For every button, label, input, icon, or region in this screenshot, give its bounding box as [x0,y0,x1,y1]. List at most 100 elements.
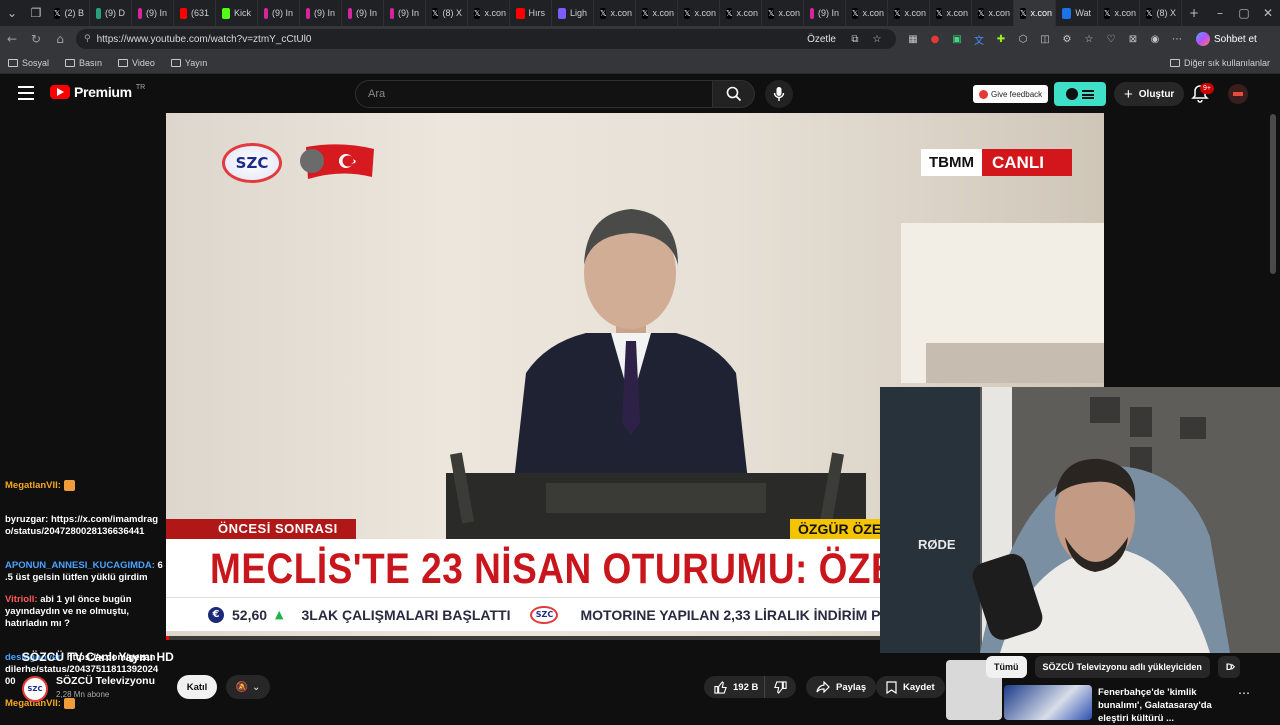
maximize-icon[interactable]: ▢ [1232,0,1256,26]
filter-chip[interactable]: SÖZCÜ Televizyonu adlı yükleyiciden [1034,656,1210,678]
favorite-star-icon[interactable]: ☆ [868,30,886,48]
extension-icon-4[interactable]: ✚ [992,30,1010,48]
split-screen-icon[interactable]: ⧉ [846,30,864,48]
screenshot-icon[interactable]: ⊠ [1124,30,1142,48]
recommendation-thumbnail[interactable] [1004,685,1092,720]
browser-tab[interactable]: (9) In [258,0,300,26]
filter-chip[interactable]: Tümü [986,656,1027,678]
share-arrow-icon [816,681,830,693]
share-button[interactable]: Paylaş [806,676,877,698]
x-icon: 𝕏 [642,7,649,19]
reload-icon[interactable]: ↻ [24,26,48,52]
site-info-icon[interactable]: ⚲ [84,34,91,44]
x-icon: 𝕏 [768,7,775,19]
profile-avatar-icon[interactable]: ◉ [1146,30,1164,48]
extension-button[interactable] [1054,82,1106,106]
extension-icon-1[interactable]: ▦ [904,30,922,48]
close-window-icon[interactable]: ✕ [1256,0,1280,26]
browser-tab[interactable]: 𝕏 (8) X [1140,0,1182,26]
browser-tab[interactable]: 𝕏 (8) X [426,0,468,26]
give-feedback-button[interactable]: Give feedback [973,85,1049,103]
account-avatar[interactable] [1228,84,1248,104]
youtube-logo[interactable]: Premium TR [50,84,145,100]
browser-tab[interactable]: 𝕏x.con [468,0,510,26]
guide-menu-icon[interactable] [18,86,34,100]
translate-icon[interactable]: 文 [970,30,988,48]
split-view-icon[interactable]: ◫ [1036,30,1054,48]
browser-tab[interactable]: 𝕏 (2) B [48,0,90,26]
chat-message: Vitrioll: abi 1 yıl önce bugün yayındayd… [5,594,167,630]
more-options-icon[interactable]: ⋯ [1238,686,1250,700]
bookmark-folder-basin[interactable]: Basın [57,58,110,68]
tab-label: (8) X [1156,8,1176,18]
instagram-icon [138,7,142,19]
recommendation-title[interactable]: Fenerbahçe'de 'kimlik bunalımı', Galatas… [1098,686,1238,725]
browser-tab[interactable]: 𝕏x.con [678,0,720,26]
tab-label: (631 [190,8,209,18]
browser-tab[interactable]: (9) D [90,0,132,26]
summarize-button[interactable]: Özetle [807,34,836,45]
browser-tab[interactable]: (9) In [384,0,426,26]
create-button[interactable]: + Oluştur [1114,82,1185,106]
settings-icon[interactable]: ⚙ [1058,30,1076,48]
notification-settings-button[interactable]: 🔕 ⌄ [226,675,270,699]
search-input[interactable]: Ara [355,80,713,108]
favorites-icon[interactable]: ☆ [1080,30,1098,48]
browser-tab[interactable]: Hırs [510,0,552,26]
more-menu-icon[interactable]: ⋯ [1168,30,1186,48]
channel-avatar[interactable]: SZC [22,676,48,702]
minimize-icon[interactable]: – [1208,0,1232,26]
chat-username[interactable]: APONUN_ANNESI_KUCAGIMDA: [5,560,158,571]
browser-tab[interactable]: 𝕏x.con [888,0,930,26]
chevron-right-icon[interactable]: › [1222,656,1244,678]
youtube-play-icon [50,85,70,99]
chat-username[interactable]: byruzgar: [5,514,51,525]
bookmark-folder-sosyal[interactable]: Sosyal [0,58,57,68]
browser-tab[interactable]: 𝕏x.con [1014,0,1056,26]
tab-actions-icon[interactable]: ⌄ [0,0,24,26]
channel-name[interactable]: SÖZCÜ Televizyonu [56,675,155,687]
bookmark-folder-video[interactable]: Video [110,58,163,68]
workspaces-icon[interactable]: ❐ [24,0,48,26]
browser-tab[interactable]: Wat [1056,0,1098,26]
performance-icon[interactable]: ♡ [1102,30,1120,48]
browser-tab[interactable]: (9) In [342,0,384,26]
browser-tab[interactable]: 𝕏x.con [594,0,636,26]
browser-tab[interactable]: 𝕏x.con [720,0,762,26]
browser-tab[interactable]: (9) In [132,0,174,26]
bookmark-icon [886,680,897,694]
browser-tab[interactable]: (9) In [300,0,342,26]
browser-tab[interactable]: Kick [216,0,258,26]
bookmark-folder-yayin[interactable]: Yayın [163,58,215,68]
thumbs-up-icon [714,680,727,694]
back-icon[interactable]: ← [0,26,24,52]
like-button[interactable]: 192 B [704,676,767,698]
browser-tab[interactable]: (631 [174,0,216,26]
browser-tab[interactable]: 𝕏x.con [930,0,972,26]
new-tab-button[interactable]: + [1182,0,1206,26]
browser-tab[interactable]: 𝕏x.con [1098,0,1140,26]
copilot-button[interactable]: Sohbet et [1196,32,1257,46]
tab-label: x.con [946,8,968,18]
extension-icon-3[interactable]: ▣ [948,30,966,48]
extension-icon-2[interactable]: ● [926,30,944,48]
url-input[interactable]: ⚲ https://www.youtube.com/watch?v=ztmY_c… [76,29,896,49]
extensions-puzzle-icon[interactable]: ⬡ [1014,30,1032,48]
browser-tab[interactable]: 𝕏x.con [846,0,888,26]
browser-tab[interactable]: 𝕏x.con [972,0,1014,26]
browser-tab[interactable]: 𝕏x.con [636,0,678,26]
other-bookmarks[interactable]: Diğer sık kullanılanlar [1162,58,1280,68]
browser-tab[interactable]: Ligh [552,0,594,26]
save-button[interactable]: Kaydet [876,676,945,698]
page-scrollbar[interactable] [1270,114,1276,274]
chat-username[interactable]: MegatlanVII: [5,480,64,491]
browser-tab[interactable]: (9) In [804,0,846,26]
voice-search-button[interactable] [765,80,793,108]
search-button[interactable] [713,80,755,108]
tab-label: x.con [1030,8,1052,18]
home-icon[interactable]: ⌂ [48,26,72,52]
dislike-button[interactable] [764,676,796,698]
browser-tab[interactable]: 𝕏x.con [762,0,804,26]
join-button[interactable]: Katıl [177,675,217,699]
chat-username[interactable]: Vitrioll: [5,594,40,605]
